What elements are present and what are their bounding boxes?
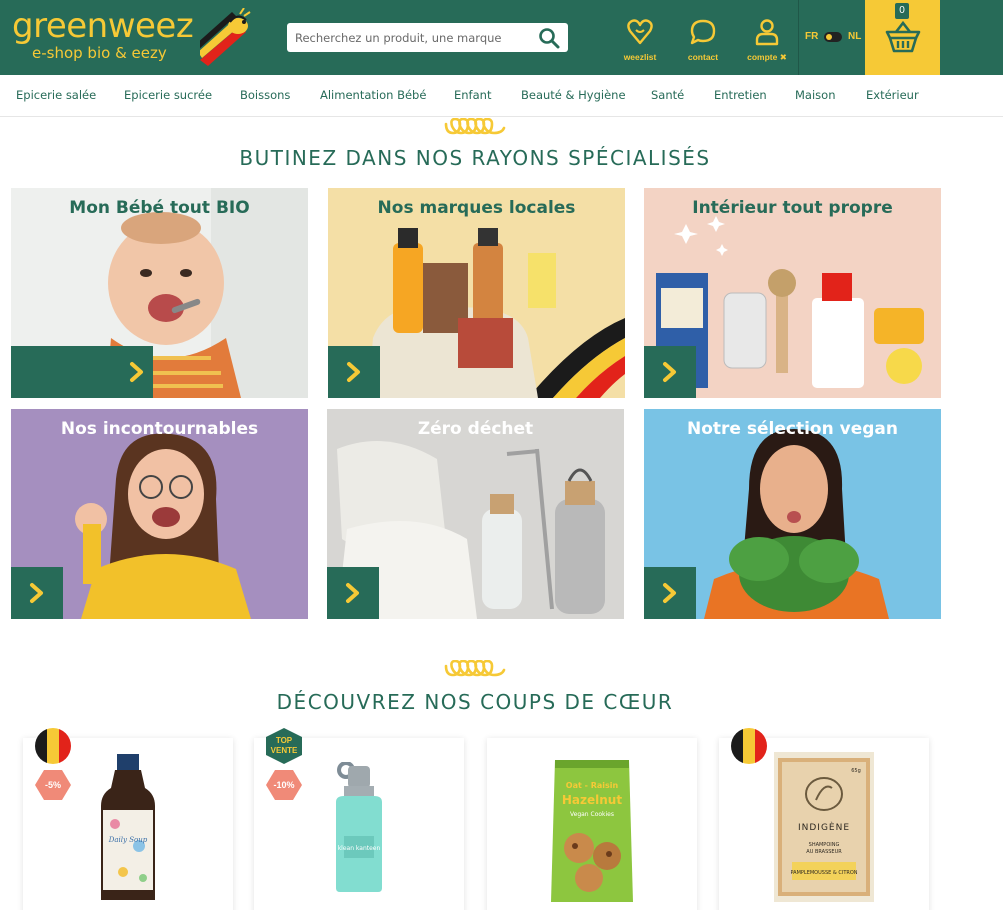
nav-boissons[interactable]: Boissons bbox=[240, 88, 290, 102]
chat-bubble-icon bbox=[690, 19, 716, 45]
discount-badge: -10% bbox=[266, 770, 302, 800]
basket-icon bbox=[885, 20, 921, 53]
nav-epicerie-sucree[interactable]: Epicerie sucrée bbox=[124, 88, 212, 102]
product-card[interactable]: -5% Daily Soup bbox=[23, 728, 233, 910]
account-label: compte ✖ bbox=[747, 52, 787, 62]
chevron-right-icon bbox=[130, 362, 143, 382]
bee-icon bbox=[200, 8, 251, 66]
product-label-text: AU BRASSEUR bbox=[806, 849, 842, 855]
product-label-text: Vegan Cookies bbox=[570, 811, 614, 818]
logo-wordmark: greenweez bbox=[12, 6, 194, 46]
product-label-text: Daily Soup bbox=[108, 836, 148, 844]
tile-incontournables[interactable]: Nos incontournables bbox=[11, 409, 308, 619]
nav-alimentation-bebe[interactable]: Alimentation Bébé bbox=[320, 88, 426, 102]
product-label-text: klean kanteen bbox=[338, 845, 381, 852]
nav-beaute-hygiene[interactable]: Beauté & Hygiène bbox=[521, 88, 626, 102]
cart-button[interactable]: 0 bbox=[865, 0, 940, 75]
user-icon bbox=[755, 19, 779, 46]
nav-exterieur[interactable]: Extérieur bbox=[866, 88, 919, 102]
account-link[interactable]: compte ✖ bbox=[737, 18, 797, 63]
belgium-flag-icon bbox=[35, 728, 71, 764]
tile-title: Nos incontournables bbox=[60, 419, 259, 439]
contact-link[interactable]: contact bbox=[673, 18, 733, 62]
tile-arrow-button[interactable] bbox=[327, 567, 379, 619]
discount-badge: -5% bbox=[35, 770, 71, 800]
search-bar bbox=[287, 23, 568, 52]
heart-icon bbox=[627, 19, 653, 45]
chevron-right-icon bbox=[30, 583, 43, 603]
tile-arrow-button[interactable] bbox=[644, 567, 696, 619]
search-input[interactable] bbox=[295, 23, 531, 52]
tile-marques-locales[interactable]: Nos marques locales bbox=[328, 188, 625, 398]
product-image-indigene-shampoo: INDIGÈNE SHAMPOING AU BRASSEUR PAMPLEMOU… bbox=[774, 752, 874, 902]
logo-tagline: e-shop bio & eezy bbox=[32, 44, 167, 62]
product-image-klean-kanteen: klean kanteen bbox=[336, 762, 382, 892]
nav-entretien[interactable]: Entretien bbox=[714, 88, 767, 102]
nav-enfant[interactable]: Enfant bbox=[454, 88, 491, 102]
tile-title: Zéro déchet bbox=[417, 419, 534, 439]
cart-count-badge: 0 bbox=[895, 3, 909, 19]
tile-arrow-button[interactable] bbox=[11, 346, 153, 398]
category-nav: Epicerie salée Epicerie sucrée Boissons … bbox=[0, 75, 1003, 117]
top-vente-badge: TOP VENTE bbox=[266, 728, 302, 764]
nav-sante[interactable]: Santé bbox=[651, 88, 684, 102]
product-image-vegan-cookies: Oat - Raisin Hazelnut Vegan Cookies bbox=[551, 760, 633, 902]
weezlist-link[interactable]: weezlist bbox=[610, 18, 670, 62]
site-header: greenweez e-shop bio & eezy weezlist c bbox=[0, 0, 1003, 75]
tile-arrow-button[interactable] bbox=[11, 567, 63, 619]
product-label-text: 65g bbox=[851, 768, 861, 774]
section-title-rayons: BUTINEZ DANS NOS RAYONS SPÉCIALISÉS bbox=[239, 146, 711, 170]
product-card[interactable]: INDIGÈNE SHAMPOING AU BRASSEUR PAMPLEMOU… bbox=[719, 728, 929, 910]
language-toggle[interactable] bbox=[824, 32, 842, 42]
tile-arrow-button[interactable] bbox=[328, 346, 380, 398]
language-switcher: FR NL bbox=[798, 0, 865, 75]
chevron-right-icon bbox=[347, 362, 360, 382]
tile-zero-dechet[interactable]: Zéro déchet bbox=[327, 409, 624, 619]
tile-selection-vegan[interactable]: Notre sélection vegan bbox=[644, 409, 941, 619]
contact-label: contact bbox=[687, 52, 719, 62]
tile-title: Mon Bébé tout BIO bbox=[69, 198, 250, 218]
chevron-right-icon bbox=[663, 362, 676, 382]
chevron-right-icon bbox=[346, 583, 359, 603]
belgium-flag-icon bbox=[731, 728, 767, 764]
product-image-kombucha: Daily Soup bbox=[101, 754, 155, 900]
product-card[interactable]: Oat - Raisin Hazelnut Vegan Cookies bbox=[487, 738, 697, 910]
tile-title: Nos marques locales bbox=[377, 198, 576, 218]
tile-title: Notre sélection vegan bbox=[687, 419, 898, 439]
honey-swirl-decoration bbox=[444, 118, 506, 135]
chevron-right-icon bbox=[663, 583, 676, 603]
tile-title: Intérieur tout propre bbox=[692, 198, 893, 218]
honey-swirl-decoration bbox=[444, 660, 506, 677]
section-title-coups-de-coeur: DÉCOUVREZ NOS COUPS DE CŒUR bbox=[276, 690, 674, 714]
weezlist-label: weezlist bbox=[623, 52, 657, 62]
nav-epicerie-salee[interactable]: Epicerie salée bbox=[16, 88, 96, 102]
nav-maison[interactable]: Maison bbox=[795, 88, 835, 102]
greenweez-logo[interactable]: greenweez e-shop bio & eezy bbox=[12, 6, 252, 68]
product-label-text: PAMPLEMOUSSE & CITRON bbox=[790, 870, 857, 876]
tile-bebe-bio[interactable]: Mon Bébé tout BIO bbox=[11, 188, 308, 398]
product-label-text: Oat - Raisin bbox=[566, 781, 619, 790]
tile-interieur-propre[interactable]: Intérieur tout propre bbox=[644, 188, 941, 398]
product-label-text: INDIGÈNE bbox=[798, 821, 850, 833]
lang-fr[interactable]: FR bbox=[805, 31, 818, 42]
product-label-text: SHAMPOING bbox=[809, 842, 840, 848]
lang-nl[interactable]: NL bbox=[848, 31, 861, 42]
product-label-text: Hazelnut bbox=[562, 793, 622, 807]
search-icon[interactable] bbox=[538, 27, 560, 49]
product-card[interactable]: TOP VENTE -10% klean kanteen bbox=[254, 728, 464, 910]
tile-arrow-button[interactable] bbox=[644, 346, 696, 398]
